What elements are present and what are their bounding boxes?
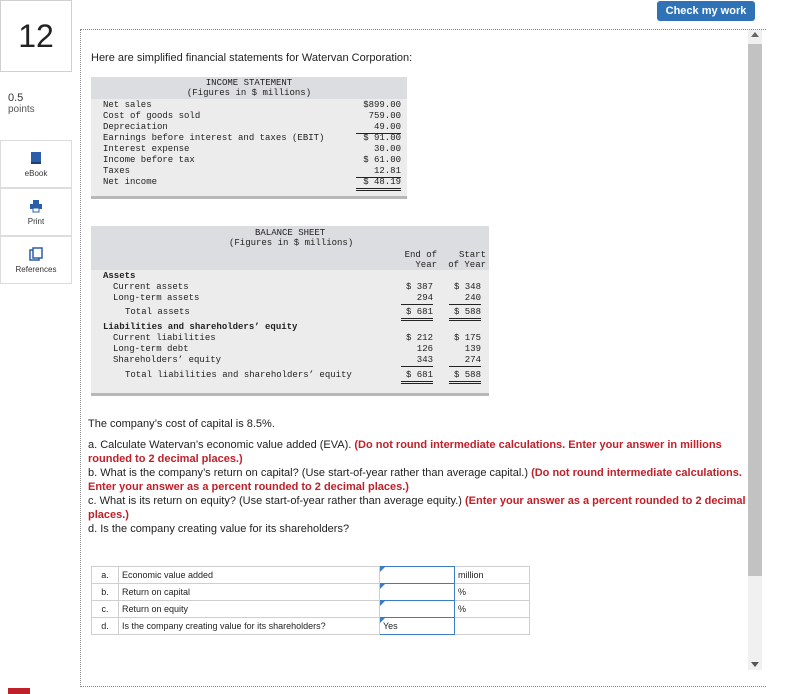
references-label: References [15,264,57,274]
income-statement: INCOME STATEMENT (Figures in $ millions)… [91,77,407,199]
cost-of-capital-text: The company’s cost of capital is 8.5%. [88,418,275,430]
income-row-label: Earnings before interest and taxes (EBIT… [103,133,325,143]
points-label: points [8,104,35,115]
income-row-value: $ 48.19 [356,177,401,191]
answer-letter: b. [91,583,119,601]
income-row-label: Net sales [103,100,152,110]
balance-row-end: 294 [401,293,433,305]
income-subtitle: (Figures in $ millions) [186,88,312,98]
points-display: 0.5 points [8,92,35,116]
answer-unit: % [454,600,530,618]
answer-unit [454,617,530,635]
footer-marker [8,688,30,694]
answer-unit: % [454,583,530,601]
answer-letter: a. [91,566,119,584]
scroll-up-icon[interactable] [751,32,759,37]
balance-row-end: 343 [401,355,433,367]
income-row-label: Income before tax [103,155,195,165]
part-b-text: b. What is the company’s return on capit… [88,467,742,493]
balance-row-label: Total liabilities and shareholders’ equi… [125,370,352,380]
balance-row-label: Long-term assets [113,293,200,303]
balance-row-label: Current assets [113,282,189,292]
income-row-value: 30.00 [373,144,401,154]
ebook-button[interactable]: eBook [0,140,72,188]
answer-row: c. Return on equity% [91,600,530,618]
print-label: Print [27,216,45,226]
income-row-label: Interest expense [103,144,190,154]
income-row-label: Cost of goods sold [103,111,201,121]
balance-row-start: $ 588 [449,307,481,321]
balance-row-label: Current liabilities [113,333,216,343]
answer-row: d. Is the company creating value for its … [91,617,530,635]
income-row-value: 759.00 [368,111,401,121]
answer-label: Return on equity [118,600,380,618]
balance-row-start: 274 [449,355,481,367]
income-row-value: $899.00 [363,100,401,110]
liab-label: Liabilities and shareholders’ equity [103,322,298,332]
part-d-text: d. Is the company creating value for its… [88,523,350,535]
part-c-text: c. What is its return on equity? (Use st… [88,495,746,521]
income-row-label: Net income [103,177,158,187]
references-icon [29,246,43,261]
col-start-year-b: of Year [448,260,486,270]
balance-row-start: $ 588 [449,370,481,384]
answer-letter: d. [91,617,119,635]
print-button[interactable]: Print [0,188,72,236]
references-button[interactable]: References [0,236,72,284]
answer-input[interactable] [379,583,455,601]
intro-text: Here are simplified financial statements… [91,52,413,64]
income-row-value: $ 91.00 [363,133,401,143]
scroll-down-icon[interactable] [751,662,759,667]
balance-row-start: 240 [449,293,481,305]
question-number: 12 [0,0,72,72]
scrollbar[interactable] [748,30,762,670]
answer-label: Return on capital [118,583,380,601]
balance-row-label: Long-term debt [113,344,189,354]
answer-input[interactable] [379,600,455,618]
answer-unit: million [454,566,530,584]
answer-letter: c. [91,600,119,618]
answer-row: b. Return on capital% [91,583,530,601]
points-value: 0.5 [8,92,24,104]
answer-row: a. Economic value added million [91,566,530,584]
part-a-text: a. Calculate Watervan’s economic value a… [88,439,722,465]
balance-row-start: $ 348 [453,282,481,292]
balance-row-end: $ 387 [405,282,433,292]
creating-value-select[interactable]: Yes [379,617,455,635]
balance-row-end: $ 212 [405,333,433,343]
ebook-label: eBook [24,168,48,178]
ebook-icon [31,151,41,164]
income-row-label: Depreciation [103,122,168,132]
assets-label: Assets [103,271,136,281]
income-row-label: Taxes [103,166,131,176]
print-icon [30,199,42,212]
balance-row-start: $ 175 [453,333,481,343]
answer-label: Is the company creating value for its sh… [118,617,380,635]
answer-table: a. Economic value added million b. Return on… [91,566,530,635]
balance-row-label: Shareholders’ equity [113,355,222,365]
balance-row-end: $ 681 [401,370,433,384]
check-my-work-button[interactable]: Check my work [657,1,755,21]
balance-subtitle: (Figures in $ millions) [229,238,354,248]
balance-sheet: BALANCE SHEET (Figures in $ millions) En… [91,226,489,396]
col-end-year-b: Year [415,260,437,270]
balance-row-label: Total assets [125,307,190,317]
scrollbar-thumb[interactable] [748,44,762,576]
answer-label: Economic value added [118,566,380,584]
balance-row-start: 139 [464,344,481,354]
answer-input[interactable] [379,566,455,584]
balance-row-end: 126 [416,344,433,354]
income-row-value: $ 61.00 [363,155,401,165]
balance-row-end: $ 681 [401,307,433,321]
